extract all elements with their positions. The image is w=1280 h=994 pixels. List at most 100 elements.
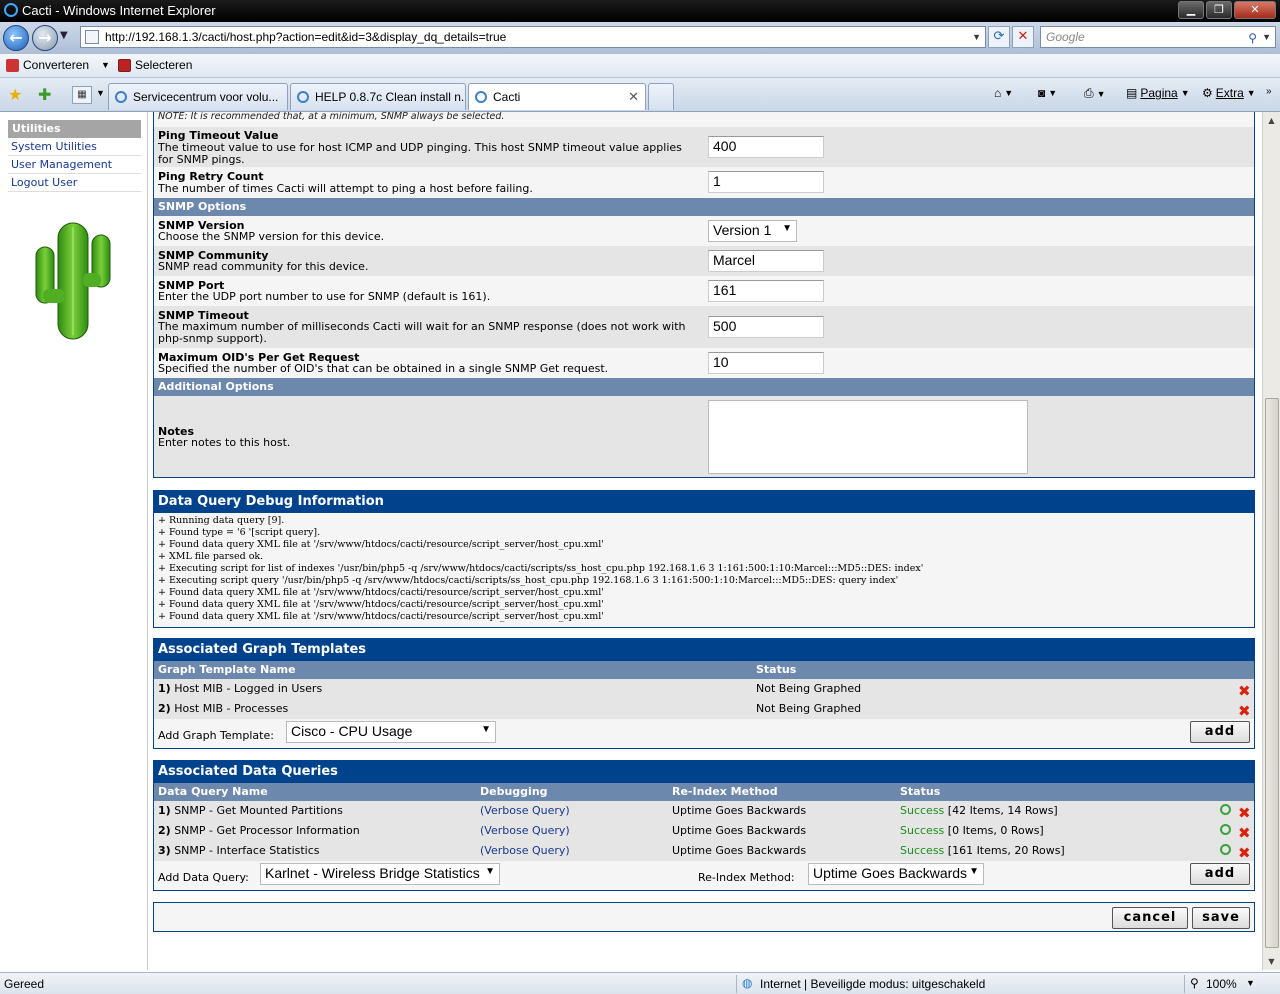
- graph-templates-header: Graph Template Name Status: [154, 661, 1254, 679]
- reload-icon[interactable]: [1220, 804, 1231, 815]
- ping-timeout-input[interactable]: 400: [708, 136, 824, 158]
- verbose-query-link[interactable]: Verbose Query: [484, 824, 565, 837]
- cancel-button[interactable]: cancel: [1112, 907, 1188, 929]
- max-oids-row: Maximum OID's Per Get Request Specified …: [154, 348, 1254, 378]
- chevron-down-icon: ▼: [1096, 88, 1106, 99]
- add-graph-template-select[interactable]: Cisco - CPU Usage ▼: [286, 721, 496, 743]
- debug-line: + Found type = '6 '[script query].: [158, 527, 321, 538]
- zoom-level[interactable]: 100%: [1206, 977, 1237, 991]
- address-dropdown-icon[interactable]: ▼: [972, 27, 981, 47]
- additional-options-header: Additional Options: [154, 378, 1254, 396]
- table-row: 1) SNMP - Get Mounted Partitions (Verbos…: [154, 801, 1254, 822]
- chevron-down-icon: ▼: [485, 866, 495, 877]
- tab-label: Cacti: [493, 90, 521, 104]
- tab-list-dropdown-icon[interactable]: ▼: [96, 88, 105, 98]
- delete-icon[interactable]: ✖: [1238, 824, 1251, 842]
- ping-retry-desc: The number of times Cacti will attempt t…: [158, 182, 533, 195]
- scrollbar-thumb[interactable]: [1265, 398, 1279, 948]
- search-input[interactable]: Google ⚲ ▼: [1040, 26, 1276, 48]
- history-dropdown-icon[interactable]: ▼: [60, 30, 68, 41]
- search-dropdown-icon[interactable]: ▼: [1262, 27, 1271, 47]
- convert-button[interactable]: Converteren ▼: [6, 58, 110, 72]
- snmp-port-input[interactable]: 161: [708, 280, 824, 302]
- search-icon[interactable]: ⚲: [1248, 28, 1257, 48]
- address-input[interactable]: http://192.168.1.3/cacti/host.php?action…: [80, 26, 986, 48]
- delete-icon[interactable]: ✖: [1238, 682, 1251, 700]
- url-text: http://192.168.1.3/cacti/host.php?action…: [105, 30, 507, 44]
- delete-icon[interactable]: ✖: [1238, 844, 1251, 862]
- debug-line: + Executing script query '/usr/bin/php5 …: [158, 575, 899, 586]
- zoom-dropdown-icon[interactable]: ▼: [1246, 978, 1255, 988]
- forward-button[interactable]: →: [32, 25, 58, 51]
- command-bar: Converteren ▼ Selecteren: [0, 54, 1280, 78]
- maximize-button[interactable]: ❐: [1206, 1, 1232, 19]
- scroll-up-icon[interactable]: ▲: [1265, 116, 1278, 125]
- status-text: Success: [900, 804, 945, 817]
- tools-menu-label: Extra: [1215, 86, 1244, 100]
- close-window-button[interactable]: ✕: [1234, 1, 1276, 19]
- tab-servicecentrum[interactable]: Servicecentrum voor volu...: [108, 83, 288, 110]
- graph-status: Not Being Graphed: [756, 682, 862, 695]
- verbose-query-link[interactable]: Verbose Query: [484, 804, 565, 817]
- snmp-community-desc: SNMP read community for this device.: [158, 260, 369, 273]
- snmp-version-select[interactable]: Version 1 ▼: [708, 220, 797, 242]
- security-zone[interactable]: Internet | Beveiligde modus: uitgeschake…: [760, 977, 985, 991]
- notes-desc: Enter notes to this host.: [158, 436, 291, 449]
- verbose-query-link[interactable]: Verbose Query: [484, 844, 565, 857]
- quick-tabs-icon[interactable]: ▦: [72, 86, 92, 104]
- page-menu[interactable]: ▤ Pagina ▼: [1126, 86, 1190, 100]
- add-data-query-button[interactable]: add: [1190, 863, 1250, 885]
- favorites-star-icon[interactable]: ★: [8, 85, 22, 105]
- ping-retry-input[interactable]: 1: [708, 171, 824, 193]
- more-icon[interactable]: »: [1266, 86, 1272, 97]
- save-button[interactable]: save: [1192, 907, 1250, 929]
- delete-icon[interactable]: ✖: [1238, 804, 1251, 822]
- max-oids-input[interactable]: 10: [708, 352, 824, 374]
- cacti-logo-icon: [35, 222, 111, 340]
- refresh-icon[interactable]: ⟳: [988, 26, 1010, 48]
- sidebar-item-user-management[interactable]: User Management: [8, 156, 141, 174]
- data-queries-panel: Associated Data Queries Data Query Name …: [153, 760, 1255, 891]
- snmp-timeout-input[interactable]: 500: [708, 316, 824, 338]
- add-graph-template-button[interactable]: add: [1190, 721, 1250, 743]
- rss-icon: ◙: [1038, 86, 1046, 100]
- tab-help[interactable]: HELP 0.8.7c Clean install n...: [290, 83, 466, 110]
- snmp-timeout-desc: The maximum number of milliseconds Cacti…: [158, 320, 686, 345]
- debug-output: + Running data query [9]. + Found type =…: [154, 513, 1254, 625]
- graph-templates-title: Associated Graph Templates: [154, 639, 1254, 661]
- data-queries-title: Associated Data Queries: [154, 761, 1254, 783]
- minimize-button[interactable]: ▁: [1178, 1, 1204, 19]
- snmp-community-input[interactable]: Marcel: [708, 250, 824, 272]
- feeds-button[interactable]: ◙ ▼: [1038, 86, 1057, 100]
- col-status: Status: [900, 785, 941, 798]
- notes-textarea[interactable]: [708, 400, 1028, 474]
- sidebar-item-logout-user[interactable]: Logout User: [8, 174, 141, 192]
- delete-icon[interactable]: ✖: [1238, 702, 1251, 720]
- tools-menu[interactable]: ⚙ Extra ▼: [1202, 86, 1256, 100]
- tab-cacti[interactable]: Cacti ✕: [468, 83, 646, 110]
- debug-line: + Found data query XML file at '/srv/www…: [158, 539, 604, 550]
- reload-icon[interactable]: [1220, 824, 1231, 835]
- address-toolbar: ← → ▼ http://192.168.1.3/cacti/host.php?…: [0, 22, 1280, 54]
- chevron-down-icon: ▼: [782, 223, 792, 234]
- add-data-query-select[interactable]: Karlnet - Wireless Bridge Statistics ▼: [260, 863, 500, 885]
- reindex-method-select[interactable]: Uptime Goes Backwards ▼: [808, 863, 984, 885]
- close-tab-icon[interactable]: ✕: [628, 89, 639, 105]
- sidebar-item-system-utilities[interactable]: System Utilities: [8, 138, 141, 156]
- select-icon: [118, 58, 131, 72]
- back-button[interactable]: ←: [3, 25, 29, 51]
- home-button[interactable]: ⌂ ▼: [994, 86, 1013, 100]
- ie-page-icon: [115, 91, 127, 103]
- graph-status: Not Being Graphed: [756, 702, 862, 715]
- table-row: 2) Host MIB - Processes Not Being Graphe…: [154, 699, 1254, 720]
- reload-icon[interactable]: [1220, 844, 1231, 855]
- scroll-down-icon[interactable]: ▼: [1265, 957, 1278, 966]
- ie-page-icon: [475, 91, 487, 103]
- action-bar: cancel save: [153, 902, 1255, 932]
- add-favorite-icon[interactable]: ✚: [38, 85, 51, 105]
- page-scrollbar[interactable]: ▲ ▼: [1262, 112, 1280, 970]
- select-button[interactable]: Selecteren: [118, 58, 192, 72]
- stop-icon[interactable]: ✕: [1012, 26, 1034, 48]
- new-tab-button[interactable]: [648, 83, 674, 110]
- print-button[interactable]: ⎙ ▼: [1084, 86, 1106, 101]
